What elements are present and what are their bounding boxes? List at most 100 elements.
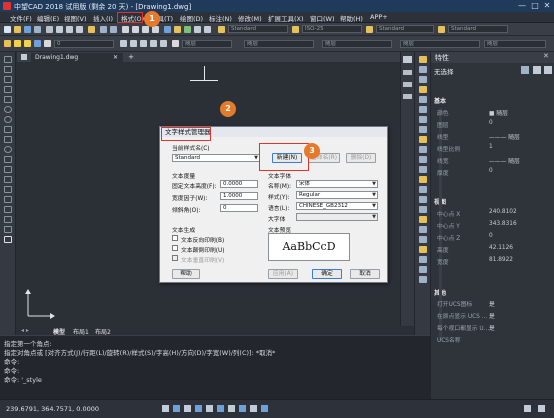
width-factor-input[interactable]: 1.0000 (220, 192, 258, 200)
menu-dimension[interactable]: 标注(N) (209, 13, 232, 23)
osnap-toggle-icon[interactable] (206, 405, 213, 412)
property-row[interactable]: 线型 ——— 随层 (431, 131, 554, 141)
open-file-icon[interactable] (14, 26, 21, 33)
menu-view[interactable]: 视图(V) (64, 13, 87, 23)
design-center-icon[interactable] (174, 26, 181, 33)
panel-close-icon[interactable]: ✕ (543, 52, 549, 60)
window-restore-icon[interactable] (403, 56, 412, 63)
region-icon[interactable] (4, 216, 12, 223)
spline-icon[interactable] (4, 136, 12, 143)
font-style-select[interactable]: Regular ▼ (296, 191, 378, 199)
doc-tab[interactable]: Drawing1.dwg ✕ (31, 53, 123, 62)
dim-style-icon[interactable] (292, 26, 299, 33)
make-block-icon[interactable] (4, 176, 12, 183)
trim-icon[interactable] (419, 146, 427, 153)
table-icon[interactable] (4, 226, 12, 233)
transparency-combo[interactable]: 随层 (484, 40, 546, 48)
arc-icon[interactable] (4, 106, 12, 113)
menu-insert[interactable]: 插入(I) (93, 13, 113, 23)
revcloud-icon[interactable] (4, 126, 12, 133)
property-row[interactable]: 打开UCS图标 是 (431, 298, 554, 308)
ellipse-icon[interactable] (4, 146, 12, 153)
offset-icon[interactable] (419, 86, 427, 93)
zoom-view-icon[interactable] (403, 82, 412, 87)
help-icon[interactable] (204, 26, 211, 33)
qp-toggle-icon[interactable] (261, 405, 268, 412)
pedit-icon[interactable] (419, 236, 427, 243)
cut-icon[interactable] (56, 26, 63, 33)
property-row[interactable]: 宽度 81.8922 (431, 256, 554, 266)
rectangle-icon[interactable] (4, 96, 12, 103)
text-style-combo[interactable]: Standard (228, 25, 288, 33)
layer-state-icon[interactable] (140, 40, 147, 47)
fillet-icon[interactable] (419, 196, 427, 203)
tpy-toggle-icon[interactable] (250, 405, 257, 412)
ray-icon[interactable] (4, 66, 12, 73)
layer-walk-icon[interactable] (160, 40, 167, 47)
zoom-prev-icon[interactable] (152, 26, 159, 33)
stretch-icon[interactable] (419, 136, 427, 143)
array-icon[interactable] (419, 96, 427, 103)
menu-app[interactable]: APP+ (370, 13, 388, 21)
undo-icon[interactable] (100, 26, 107, 33)
calc-icon[interactable] (194, 26, 201, 33)
snap-toggle-icon[interactable] (162, 405, 169, 412)
polyline-icon[interactable] (4, 76, 12, 83)
property-row[interactable]: 颜色 ■ 随层 (431, 107, 554, 117)
rotate-icon[interactable] (419, 116, 427, 123)
layer-on-icon[interactable] (14, 40, 21, 47)
property-row[interactable]: 中心点 Y 343.8316 (431, 220, 554, 230)
menu-window[interactable]: 窗口(W) (310, 13, 335, 23)
zoom-window-icon[interactable] (142, 26, 149, 33)
font-name-select[interactable]: 宋体 ▼ (296, 180, 378, 188)
explode-icon[interactable] (419, 206, 427, 213)
layer-combo[interactable]: 0 (54, 40, 114, 48)
settings-gear-icon[interactable] (524, 405, 531, 412)
line-icon[interactable] (4, 56, 12, 63)
attedit-icon[interactable] (419, 266, 427, 273)
upside-down-checkbox[interactable] (172, 245, 178, 251)
align-icon[interactable] (419, 226, 427, 233)
text-style-icon[interactable] (218, 26, 225, 33)
chamfer-icon[interactable] (419, 186, 427, 193)
new-tab-icon[interactable]: + (127, 53, 135, 61)
hatch-icon[interactable] (4, 196, 12, 203)
vertical-checkbox[interactable] (172, 255, 178, 261)
hatchedit-icon[interactable] (419, 246, 427, 253)
layer-prev-icon[interactable] (130, 40, 137, 47)
ellipse-arc-icon[interactable] (4, 156, 12, 163)
cancel-button[interactable]: 取消 (350, 269, 380, 279)
property-row[interactable]: 线宽 ——— 随层 (431, 155, 554, 165)
extend-icon[interactable] (419, 156, 427, 163)
maximize-button[interactable]: □ (529, 1, 541, 11)
make-current-icon[interactable] (120, 40, 127, 47)
lineweight-combo[interactable]: 随层 (322, 40, 392, 48)
property-row[interactable]: 中心点 Z 0 (431, 232, 554, 242)
property-row[interactable]: UCS名称 (431, 334, 554, 344)
command-input[interactable]: 命令: '_style (4, 374, 42, 384)
copy-icon[interactable] (66, 26, 73, 33)
erase-icon[interactable] (419, 56, 427, 63)
gradient-icon[interactable] (4, 206, 12, 213)
join-icon[interactable] (419, 176, 427, 183)
menu-help[interactable]: 帮助(H) (340, 13, 363, 23)
table-style-combo[interactable]: Standard (376, 25, 434, 33)
paste-icon[interactable] (76, 26, 83, 33)
tool-palette-icon[interactable] (184, 26, 191, 33)
mleader-style-combo[interactable]: Standard (448, 25, 508, 33)
properties-icon[interactable] (164, 26, 171, 33)
selection-combo[interactable]: 无选择 (434, 66, 514, 76)
pan-view-icon[interactable] (403, 70, 412, 75)
property-row[interactable]: 图层 0 (431, 119, 554, 129)
zoom-icon[interactable] (132, 26, 139, 33)
section-basic[interactable]: 基本 (434, 96, 446, 105)
menu-edit[interactable]: 编辑(E) (37, 13, 59, 23)
backwards-checkbox[interactable] (172, 235, 178, 241)
minimize-button[interactable]: — (516, 1, 528, 11)
layer-freeze-icon[interactable] (24, 40, 31, 47)
property-row[interactable]: 在原点显示 UCS ... 是 (431, 310, 554, 320)
close-button[interactable]: ✕ (541, 1, 553, 11)
move-icon[interactable] (419, 106, 427, 113)
doc-tab-close-icon[interactable]: ✕ (113, 54, 118, 61)
delete-style-button[interactable]: 删除(D) (346, 153, 376, 163)
